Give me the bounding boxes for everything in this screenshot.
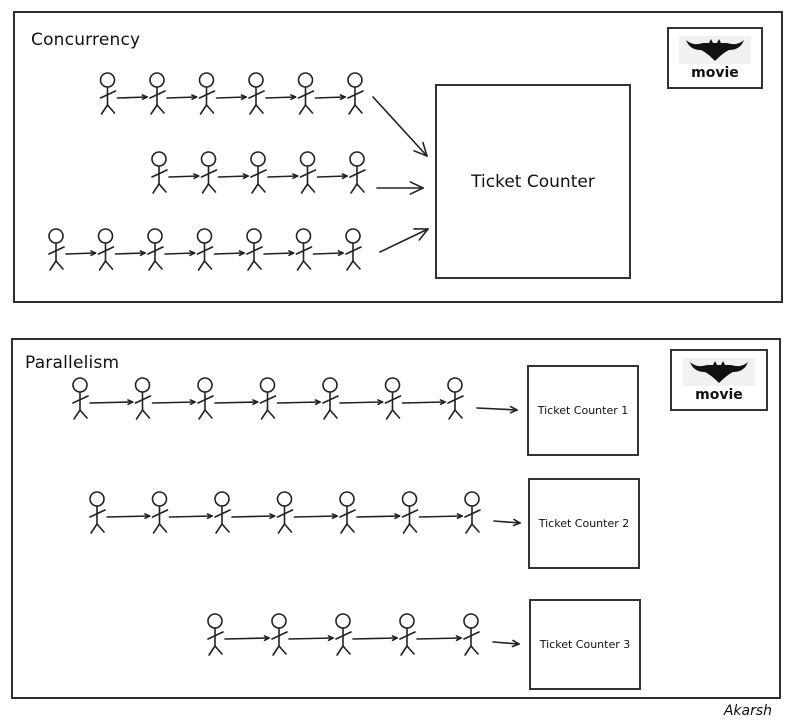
bat-icon bbox=[679, 35, 751, 64]
ticket-counter-2: Ticket Counter 2 bbox=[528, 478, 640, 569]
ticket-counter-label: Ticket Counter bbox=[471, 171, 595, 192]
ticket-counter-3-label: Ticket Counter 3 bbox=[539, 638, 631, 651]
parallelism-title: Parallelism bbox=[25, 353, 120, 373]
movie-badge-concurrency: movie bbox=[667, 27, 763, 89]
bat-icon bbox=[683, 357, 755, 386]
movie-label: movie bbox=[691, 64, 739, 81]
author-signature: Akarsh bbox=[723, 703, 772, 719]
ticket-counter-1-label: Ticket Counter 1 bbox=[537, 404, 629, 417]
ticket-counter: Ticket Counter bbox=[435, 84, 631, 279]
parallelism-panel bbox=[11, 338, 781, 699]
ticket-counter-2-label: Ticket Counter 2 bbox=[538, 517, 630, 530]
ticket-counter-3: Ticket Counter 3 bbox=[529, 599, 641, 690]
ticket-counter-1: Ticket Counter 1 bbox=[527, 365, 639, 456]
movie-label: movie bbox=[695, 386, 743, 403]
concurrency-title: Concurrency bbox=[31, 30, 141, 50]
movie-badge-parallelism: movie bbox=[670, 349, 768, 411]
